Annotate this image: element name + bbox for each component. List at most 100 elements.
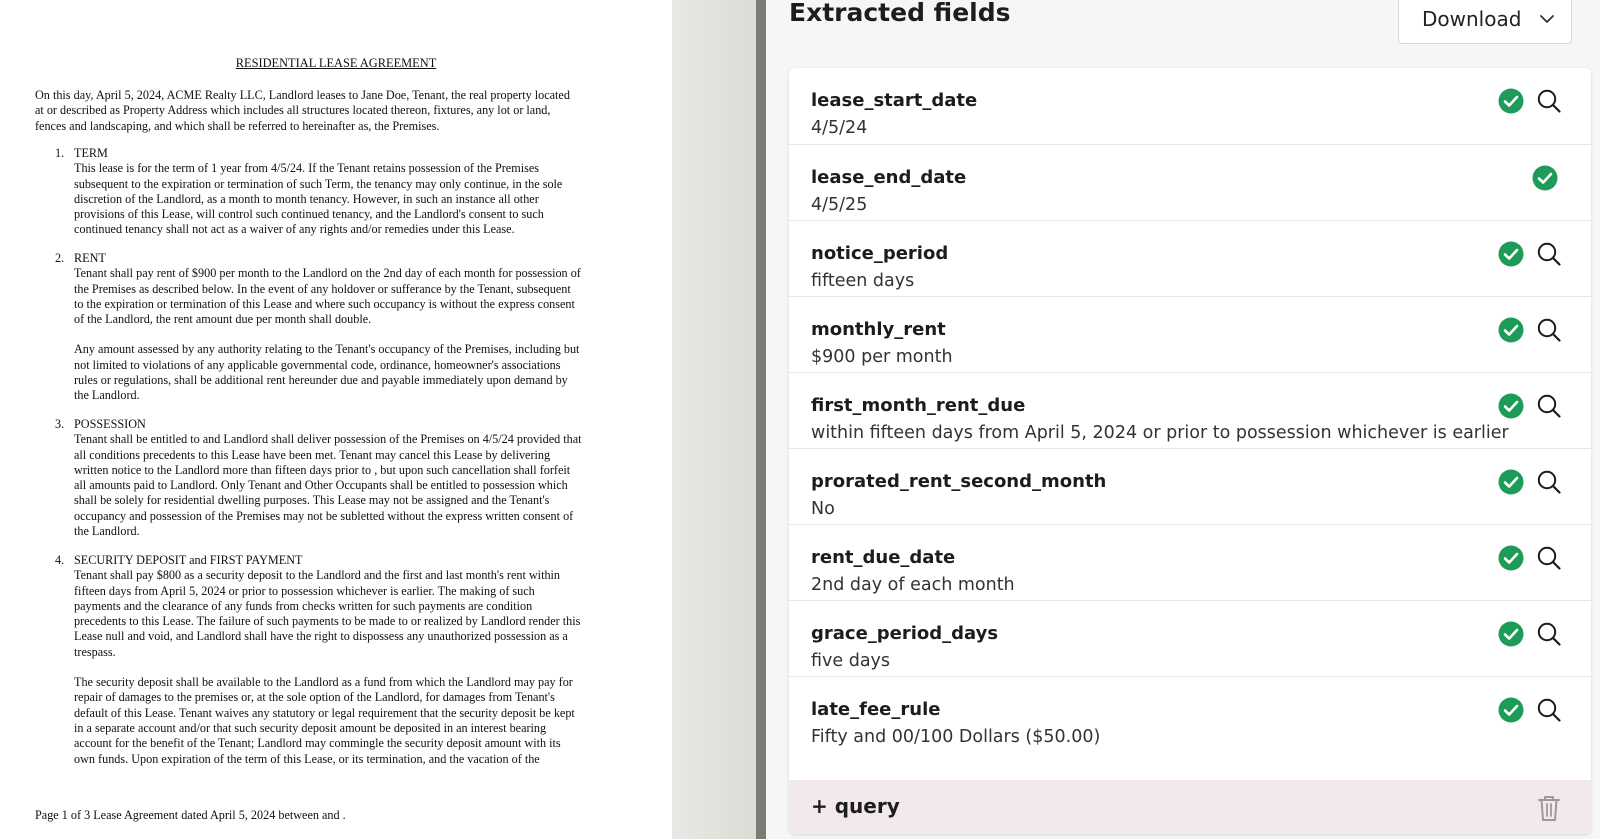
fields-card: lease_start_date 4/5/24 lease_end_date 4/5/… [789,68,1591,834]
text-line: all conditions precedents to this Lease … [74,447,551,462]
text-line: the Premises as described below. In the … [74,281,571,296]
field-value[interactable]: 4/5/24 [811,118,867,138]
text-line: discretion of the Landlord, as a month t… [74,191,539,206]
text-line: occupancy and possession of the Premises… [74,508,574,523]
field-name: lease_start_date [811,90,978,111]
field-name: late_fee_rule [811,699,941,720]
field-name: first_month_rent_due [811,395,1026,416]
check-circle-icon[interactable] [1498,317,1524,343]
trash-icon[interactable] [1537,794,1561,822]
paragraph: This lease is for the term of 1 year fro… [74,161,635,237]
add-query-button[interactable]: + query [811,794,900,818]
field-value[interactable]: fifteen days [811,271,914,291]
text-line: Tenant shall pay rent of $900 per month … [74,266,581,281]
text-line: to the expiration or termination of this… [74,296,575,311]
text-line: precedents to this Lease. The failure of… [74,614,581,629]
text-line: shall be solely for residential dwelling… [74,493,550,508]
section-heading: POSSESSION [74,417,146,431]
field-value[interactable]: 4/5/25 [811,195,867,215]
text-line: trespass. [74,644,116,659]
field-value[interactable]: $900 per month [811,347,953,367]
chevron-down-icon [1540,15,1554,23]
text-line: fifteen days from April 5, 2024 or prior… [74,583,535,598]
section-heading: RENT [74,251,106,265]
text-line: repair of damages to the premises or, at… [74,690,555,705]
search-icon[interactable] [1536,545,1562,571]
download-label: Download [1422,7,1522,31]
text-line: Lease null and void, and Landlord shall … [74,629,568,644]
check-circle-icon[interactable] [1498,545,1524,571]
text-line: own funds. Upon expiration of the term o… [74,751,540,766]
section-number: 1. [55,146,65,160]
document-title: RESIDENTIAL LEASE AGREEMENT [235,56,437,70]
document-footer: Page 1 of 3 Lease Agreement dated April … [35,808,346,822]
paragraph: Tenant shall be entitled to and Landlord… [74,432,635,539]
download-button[interactable]: Download [1398,0,1572,44]
text-line: in a separate account and/or that such s… [74,720,547,735]
text-line: of the Landlord, the rent amount due per… [74,312,372,327]
check-circle-icon[interactable] [1498,621,1524,647]
extracted-fields-panel: Extracted fields Download lease_start_da… [766,0,1600,839]
field-name: lease_end_date [811,167,967,188]
search-icon[interactable] [1536,393,1562,419]
field-value[interactable]: 2nd day of each month [811,575,1015,595]
field-row-grace-period-days[interactable]: grace_period_daysfive days [789,600,1591,676]
field-name: rent_due_date [811,547,956,568]
field-name: monthly_rent [811,319,946,340]
text-line: default of this Lease. Tenant waives any… [74,705,575,720]
text-line: at or described as Property Address whic… [35,103,551,118]
check-circle-icon[interactable] [1498,241,1524,267]
search-icon[interactable] [1536,469,1562,495]
field-row-late-fee-rule[interactable]: late_fee_rule Fifty and 00/100 Dollars ($… [789,676,1591,752]
add-query-row[interactable]: + query [789,780,1591,834]
section-number: 3. [55,417,65,431]
check-circle-icon[interactable] [1532,165,1558,191]
field-name: grace_period_days [811,623,999,644]
section-number: 4. [55,553,65,567]
check-circle-icon[interactable] [1498,697,1524,723]
section-possession: 3. POSSESSION Tenant shall be entitled t… [55,417,635,539]
text-line: Tenant shall pay $800 as a security depo… [74,568,561,583]
field-value[interactable]: No [811,499,835,519]
text-line: written notice to the Landlord more than… [74,462,571,477]
field-value[interactable]: Fifty and 00/100 Dollars ($50.00) [811,727,1100,747]
check-circle-icon[interactable] [1498,88,1524,114]
field-row-notice-period[interactable]: notice_periodfifteen days [789,220,1591,296]
field-value[interactable]: within fifteen days from April 5, 2024 o… [811,423,1509,443]
field-row-lease-start-date[interactable]: lease_start_date 4/5/24 [789,68,1591,144]
panel-title: Extracted fields [789,0,1011,27]
text-line: This lease is for the term of 1 year fro… [74,161,539,176]
text-line: Any amount assessed by any authority rel… [74,342,580,357]
text-line: Tenant shall be entitled to and Landlord… [74,432,582,447]
field-row-monthly-rent[interactable]: monthly_rent $900 per month [789,296,1591,372]
text-line: fences and landscaping, and which shall … [35,118,440,133]
document-page: RESIDENTIAL LEASE AGREEMENT On this day,… [0,0,672,839]
field-row-lease-end-date[interactable]: lease_end_date 4/5/25 [789,144,1591,220]
paragraph: Tenant shall pay $800 as a security depo… [74,568,635,660]
search-icon[interactable] [1536,317,1562,343]
search-icon[interactable] [1536,697,1562,723]
field-row-rent-due-date[interactable]: rent_due_date 2nd day of each month [789,524,1591,600]
text-line: all amounts paid to Landlord. Only Tenan… [74,478,568,493]
pane-resize-handle[interactable] [756,0,766,839]
field-row-first-month-rent-due[interactable]: first_month_rent_duewithin fifteen days … [789,372,1591,448]
section-number: 2. [55,251,65,265]
field-name: notice_period [811,243,949,264]
text-line: account for the benefit of the Tenant; L… [74,736,561,751]
check-circle-icon[interactable] [1498,393,1524,419]
text-line: continued tenancy shall not act as a wai… [74,222,515,237]
check-circle-icon[interactable] [1498,469,1524,495]
section-rent: 2. RENT Tenant shall pay rent of $900 pe… [55,251,635,404]
search-icon[interactable] [1536,88,1562,114]
search-icon[interactable] [1536,621,1562,647]
section-security-deposit: 4. SECURITY DEPOSIT and FIRST PAYMENT Te… [55,553,635,767]
text-line: The security deposit shall be available … [74,675,573,690]
pane-gutter [672,0,756,839]
text-line: the Landlord. [74,388,140,403]
text-line: payments and the clearance of any funds … [74,598,533,613]
field-row-prorated-rent-second-month[interactable]: prorated_rent_second_month No [789,448,1591,524]
text-line: On this day, April 5, 2024, ACME Realty … [35,88,570,102]
field-value[interactable]: five days [811,651,890,671]
search-icon[interactable] [1536,241,1562,267]
section-heading: SECURITY DEPOSIT and FIRST PAYMENT [74,553,303,567]
